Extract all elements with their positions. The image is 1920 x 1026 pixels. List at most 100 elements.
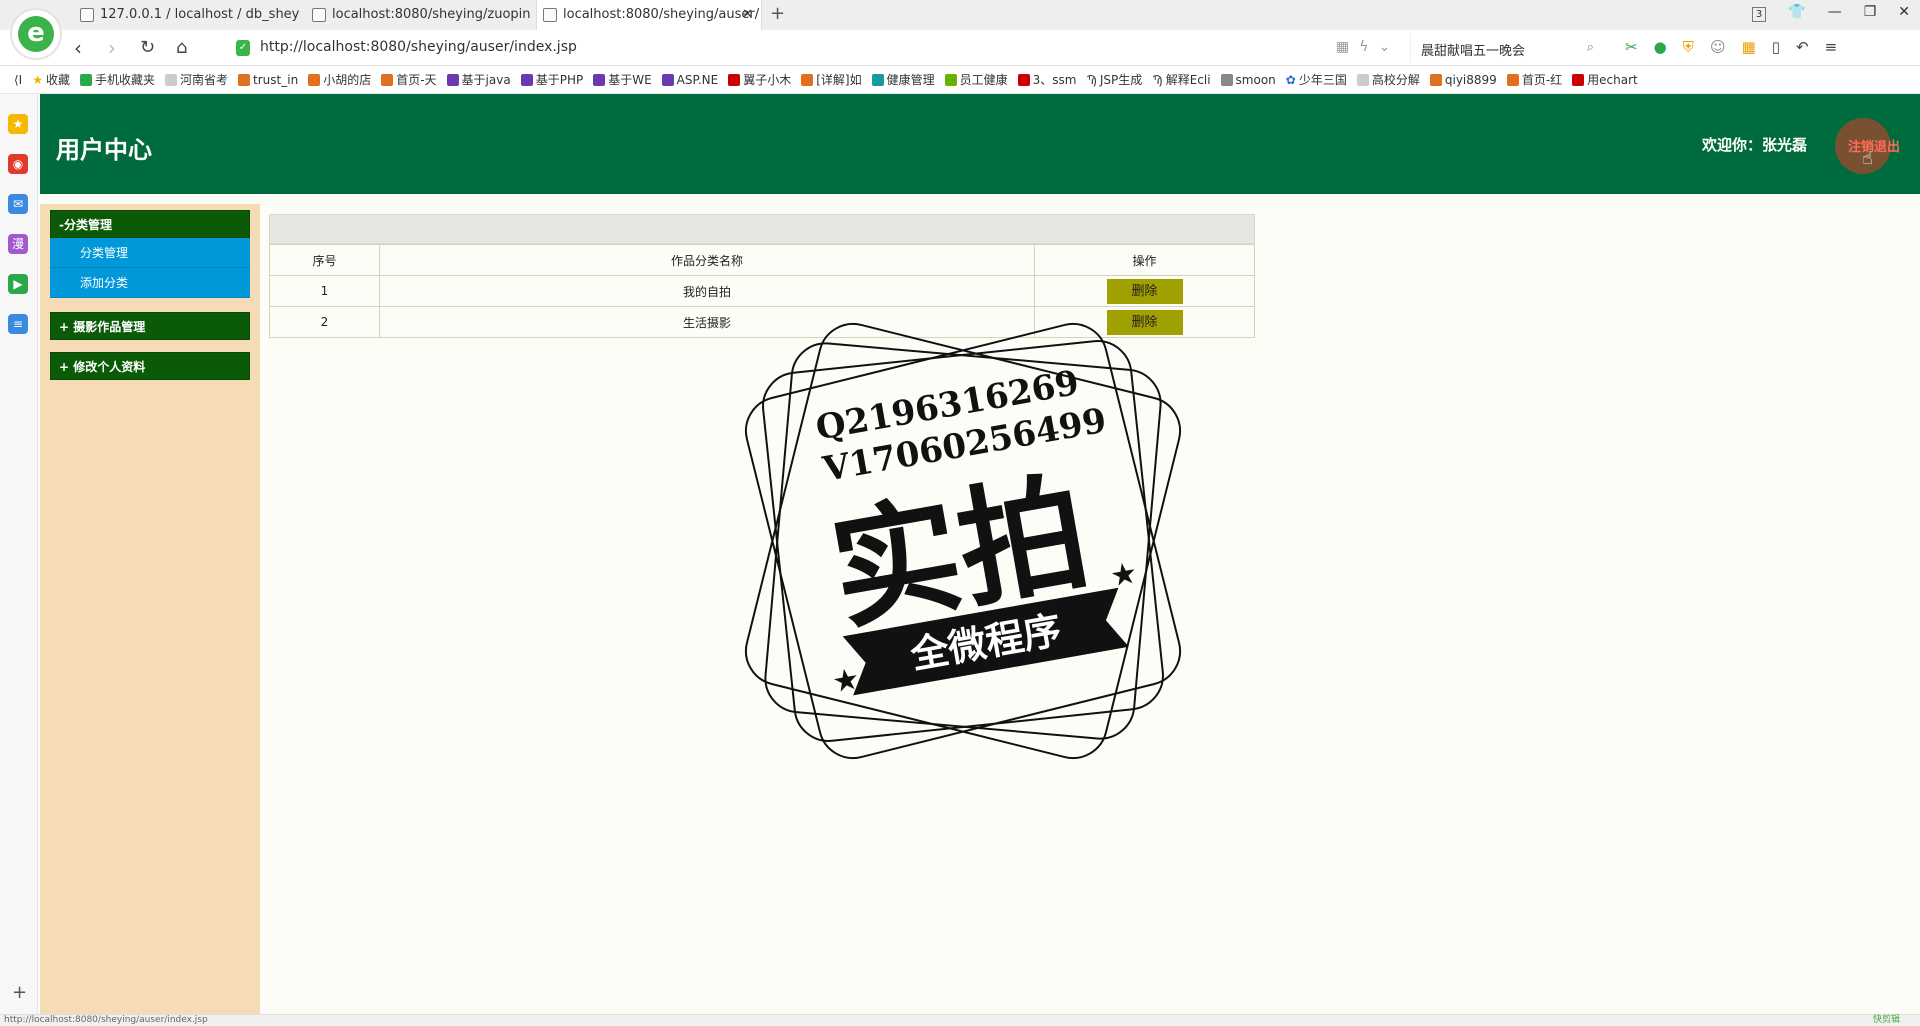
sidebar-toggle-icon[interactable]: ⟨I <box>14 73 22 87</box>
page-icon <box>165 73 178 86</box>
emoji-icon[interactable]: ☺ <box>1710 38 1726 56</box>
bookmark-item[interactable]: ★ 收藏 <box>32 71 70 88</box>
add-icon[interactable]: + <box>12 982 27 1003</box>
bookmark-item[interactable]: [详解]如 <box>801 71 862 88</box>
grid-icon <box>871 73 884 86</box>
submenu-category-list[interactable]: 分类管理 <box>50 238 250 268</box>
menu-edit-profile[interactable]: + 修改个人资料 <box>50 352 250 380</box>
bookmarks-bar: ⟨I ★ 收藏 手机收藏夹 河南省考 trust_in 小胡的店 首页-天 基于j… <box>0 66 1920 94</box>
bookmark-item[interactable]: 河南省考 <box>165 71 228 88</box>
browser-tab-bar: 127.0.0.1 / localhost / db_shey localhos… <box>0 0 1920 30</box>
comic-icon[interactable]: 漫 <box>8 234 28 254</box>
site-icon <box>446 73 459 86</box>
table-caption-bar <box>269 214 1255 244</box>
apps-grid-icon[interactable]: ▦ <box>1742 38 1756 56</box>
menu-photo-works[interactable]: + 摄影作品管理 <box>50 312 250 340</box>
row-index: 1 <box>269 275 380 307</box>
back-icon[interactable]: ‹ <box>74 36 82 60</box>
tab-title: 127.0.0.1 / localhost / db_shey <box>100 7 300 22</box>
status-url: http://localhost:8080/sheying/auser/inde… <box>4 1015 208 1025</box>
site-icon <box>520 73 533 86</box>
video-icon[interactable]: ▶ <box>8 274 28 294</box>
menu-icon[interactable]: ≡ <box>1825 38 1838 56</box>
site-icon <box>1220 73 1233 86</box>
page-sidebar: -分类管理 分类管理 添加分类 + 摄影作品管理 + 修改个人资料 <box>40 204 260 1014</box>
restore-icon[interactable]: ❐ <box>1864 4 1877 22</box>
tab-title: localhost:8080/sheying/zuopin <box>332 7 531 22</box>
lightning-icon[interactable]: ϟ <box>1359 39 1368 55</box>
undo-icon[interactable]: ↶ <box>1796 38 1809 56</box>
bookmark-item[interactable]: trust_in <box>238 73 298 87</box>
bookmark-item[interactable]: ASP.NE <box>661 73 718 87</box>
row-index: 2 <box>269 306 380 338</box>
favorites-star-icon[interactable]: ★ <box>8 114 28 134</box>
page-icon <box>543 8 557 22</box>
home-icon[interactable]: ⌂ <box>176 37 187 58</box>
bookmark-item[interactable]: 基于PHP <box>520 71 583 88</box>
forward-icon[interactable]: › <box>108 36 116 60</box>
bookmark-item[interactable]: 手机收藏夹 <box>80 71 155 88</box>
translate-icon[interactable]: ● <box>1654 38 1667 56</box>
bookmark-item[interactable]: 3、ssm <box>1017 71 1077 88</box>
phpmyadmin-icon <box>80 8 94 22</box>
bookmark-item[interactable]: 翼子小木 <box>728 71 791 88</box>
bookmark-item[interactable]: 健康管理 <box>871 71 935 88</box>
url-input[interactable]: http://localhost:8080/sheying/auser/inde… <box>260 39 577 55</box>
bookmark-item[interactable]: Ϡ 解释Ecli <box>1152 71 1210 88</box>
bookmark-item[interactable]: 员工健康 <box>944 71 1008 88</box>
welcome-text: 欢迎你：张光磊 <box>1702 136 1808 154</box>
shield-icon[interactable]: ⛨ <box>1683 38 1694 56</box>
submenu-add-category[interactable]: 添加分类 <box>50 268 250 298</box>
t-icon <box>728 73 741 86</box>
bookmark-item[interactable]: 首页-天 <box>381 71 437 88</box>
search-box[interactable]: 晨甜献唱五一晚会 ⌕ <box>1410 34 1600 62</box>
bookmark-item[interactable]: 基于WE <box>593 71 652 88</box>
browser-tab-phpmyadmin[interactable]: 127.0.0.1 / localhost / db_shey <box>74 0 302 30</box>
c-icon <box>1572 73 1585 86</box>
bookmark-item[interactable]: 首页-红 <box>1506 71 1562 88</box>
refresh-icon[interactable]: ↻ <box>140 37 155 58</box>
browser-tab-auser[interactable]: localhost:8080/sheying/auser/ ✕ <box>536 0 762 30</box>
taobao-icon <box>381 73 394 86</box>
shirt-icon[interactable]: 👕 <box>1788 4 1805 22</box>
tablet-icon[interactable]: ▯ <box>1772 38 1780 56</box>
browser-tab-zuopin[interactable]: localhost:8080/sheying/zuopin <box>306 0 532 30</box>
logout-link[interactable]: 注销退出 <box>1848 136 1900 155</box>
bookmark-item[interactable]: 基于java <box>446 71 511 88</box>
close-tab-icon[interactable]: ✕ <box>742 0 753 30</box>
qr-code-icon[interactable]: ▦ <box>1336 39 1349 55</box>
window-controls: 3 👕 — ❐ ✕ <box>1751 4 1910 22</box>
tab-count-badge[interactable]: 3 <box>1751 7 1767 22</box>
scissors-icon[interactable]: ✂ <box>1625 38 1638 56</box>
mail-icon[interactable]: ✉ <box>8 194 28 214</box>
star-icon: ★ <box>830 661 863 700</box>
bookmark-item[interactable]: 高校分解 <box>1356 71 1420 88</box>
hand-cursor-icon: ☝ <box>1862 148 1873 169</box>
search-input[interactable]: 晨甜献唱五一晚会 <box>1421 40 1525 59</box>
site-icon <box>661 73 674 86</box>
browser-logo: e <box>10 8 62 60</box>
bookmark-item[interactable]: qiyi8899 <box>1429 73 1497 87</box>
menu-category-management[interactable]: -分类管理 <box>50 210 250 238</box>
bookmark-item[interactable]: 用echart <box>1572 71 1638 88</box>
browser-e-icon: e <box>18 16 54 52</box>
bookmark-item[interactable]: smoon <box>1220 73 1276 87</box>
page-header: 用户中心 欢迎你：张光磊 注销退出 ☝ <box>40 94 1920 194</box>
bookmark-item[interactable]: 小胡的店 <box>308 71 371 88</box>
minimize-icon[interactable]: — <box>1828 4 1842 22</box>
chevron-down-icon[interactable]: ⌄ <box>1378 39 1390 55</box>
tab-title: localhost:8080/sheying/auser/ <box>563 7 760 22</box>
status-tools[interactable]: 快剪辑 <box>1873 1015 1900 1026</box>
bookmark-item[interactable]: Ϡ JSP生成 <box>1087 71 1143 88</box>
c-icon <box>1017 73 1030 86</box>
search-icon[interactable]: ⌕ <box>1587 40 1594 55</box>
column-header: 序号 <box>269 244 380 276</box>
close-window-icon[interactable]: ✕ <box>1898 4 1910 22</box>
bookmark-item[interactable]: ✿ 少年三国 <box>1286 71 1347 88</box>
tools-icon: Ϡ <box>1086 72 1097 87</box>
weibo-icon[interactable]: ◉ <box>8 154 28 174</box>
document-icon[interactable]: ≡ <box>8 314 28 334</box>
new-tab-icon[interactable]: + <box>770 3 785 24</box>
column-header: 操作 <box>1034 244 1255 276</box>
site-icon <box>593 73 606 86</box>
